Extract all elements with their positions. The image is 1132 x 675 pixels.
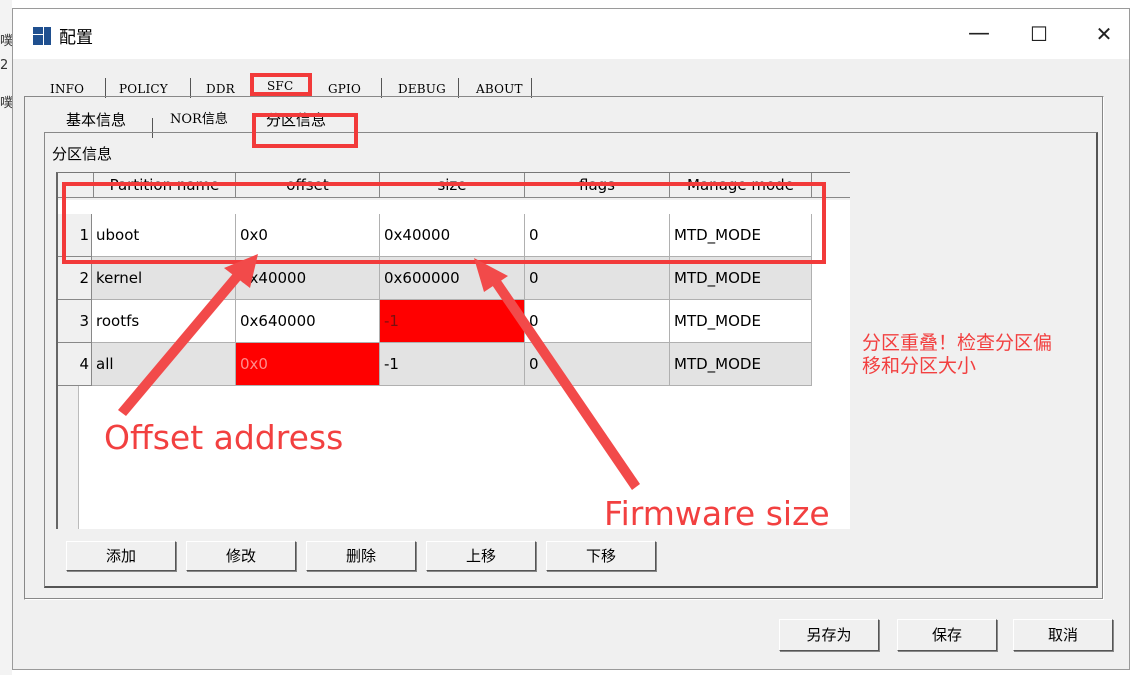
annotation-size-label: Firmware size [604, 494, 830, 533]
annotation-offset-label: Offset address [104, 418, 344, 457]
size-arrow [474, 258, 640, 490]
annotation-warning-line2: 移和分区大小 [862, 355, 977, 377]
annotation-warning-line1: 分区重叠！检查分区偏 [862, 332, 1053, 354]
offset-arrow [118, 254, 258, 416]
